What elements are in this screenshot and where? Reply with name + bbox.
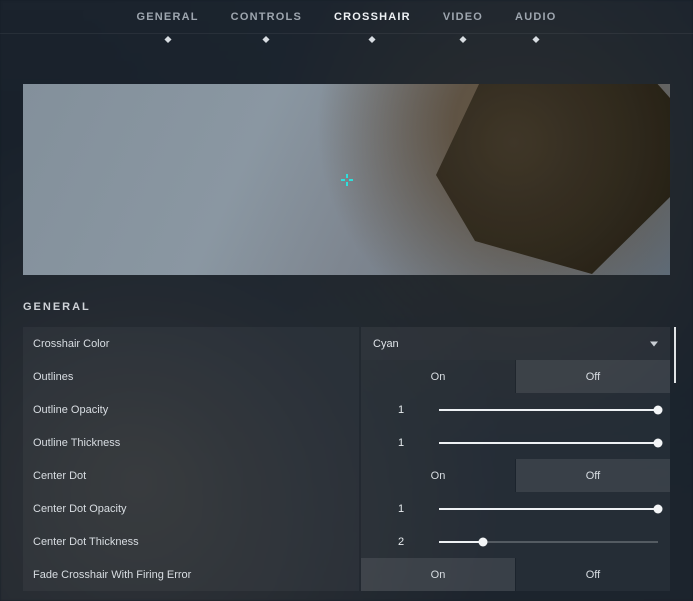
slider-thumb[interactable] (654, 438, 663, 447)
toggle-outlines: On Off (361, 360, 670, 393)
section-title-general: GENERAL (23, 301, 670, 313)
preview-background-rock (410, 84, 670, 274)
settings-tabs: GENERAL CONTROLS CROSSHAIR VIDEO AUDIO (0, 0, 693, 34)
tab-video[interactable]: VIDEO (443, 11, 483, 23)
row-outline-opacity: Outline Opacity 1 (23, 393, 670, 426)
settings-list: Crosshair Color Cyan Outlines On Off (23, 327, 670, 591)
slider-track[interactable] (439, 442, 658, 444)
slider-outline-opacity[interactable]: 1 (361, 393, 670, 426)
row-crosshair-color: Crosshair Color Cyan (23, 327, 670, 360)
slider-thumb[interactable] (654, 504, 663, 513)
slider-outline-thickness[interactable]: 1 (361, 426, 670, 459)
toggle-fade-on[interactable]: On (361, 558, 515, 591)
slider-track[interactable] (439, 508, 658, 510)
label-outline-opacity: Outline Opacity (23, 393, 359, 426)
slider-thumb[interactable] (654, 405, 663, 414)
slider-value: 1 (373, 404, 429, 416)
dropdown-value: Cyan (373, 338, 399, 350)
toggle-fade-firing-error: On Off (361, 558, 670, 591)
row-center-dot: Center Dot On Off (23, 459, 670, 492)
row-center-dot-thickness: Center Dot Thickness 2 (23, 525, 670, 558)
label-outlines: Outlines (23, 360, 359, 393)
label-center-dot-thickness: Center Dot Thickness (23, 525, 359, 558)
slider-value: 1 (373, 437, 429, 449)
scrollbar[interactable] (674, 327, 676, 383)
slider-center-dot-opacity[interactable]: 1 (361, 492, 670, 525)
crosshair-icon (341, 174, 353, 186)
tab-crosshair[interactable]: CROSSHAIR (334, 11, 411, 23)
label-outline-thickness: Outline Thickness (23, 426, 359, 459)
tab-general[interactable]: GENERAL (136, 11, 198, 23)
tab-controls[interactable]: CONTROLS (231, 11, 302, 23)
slider-value: 1 (373, 503, 429, 515)
tab-audio[interactable]: AUDIO (515, 11, 556, 23)
slider-center-dot-thickness[interactable]: 2 (361, 525, 670, 558)
label-center-dot-opacity: Center Dot Opacity (23, 492, 359, 525)
toggle-center-dot-off[interactable]: Off (516, 459, 670, 492)
slider-thumb[interactable] (478, 537, 487, 546)
toggle-outlines-off[interactable]: Off (516, 360, 670, 393)
toggle-center-dot: On Off (361, 459, 670, 492)
label-center-dot: Center Dot (23, 459, 359, 492)
slider-track[interactable] (439, 409, 658, 411)
slider-track[interactable] (439, 541, 658, 543)
chevron-down-icon (650, 341, 658, 346)
row-center-dot-opacity: Center Dot Opacity 1 (23, 492, 670, 525)
toggle-center-dot-on[interactable]: On (361, 459, 515, 492)
row-fade-firing-error: Fade Crosshair With Firing Error On Off (23, 558, 670, 591)
row-outline-thickness: Outline Thickness 1 (23, 426, 670, 459)
slider-value: 2 (373, 536, 429, 548)
label-fade-firing-error: Fade Crosshair With Firing Error (23, 558, 359, 591)
label-crosshair-color: Crosshair Color (23, 327, 359, 360)
dropdown-crosshair-color[interactable]: Cyan (361, 327, 670, 360)
toggle-outlines-on[interactable]: On (361, 360, 515, 393)
row-outlines: Outlines On Off (23, 360, 670, 393)
toggle-fade-off[interactable]: Off (516, 558, 670, 591)
crosshair-preview (23, 84, 670, 275)
